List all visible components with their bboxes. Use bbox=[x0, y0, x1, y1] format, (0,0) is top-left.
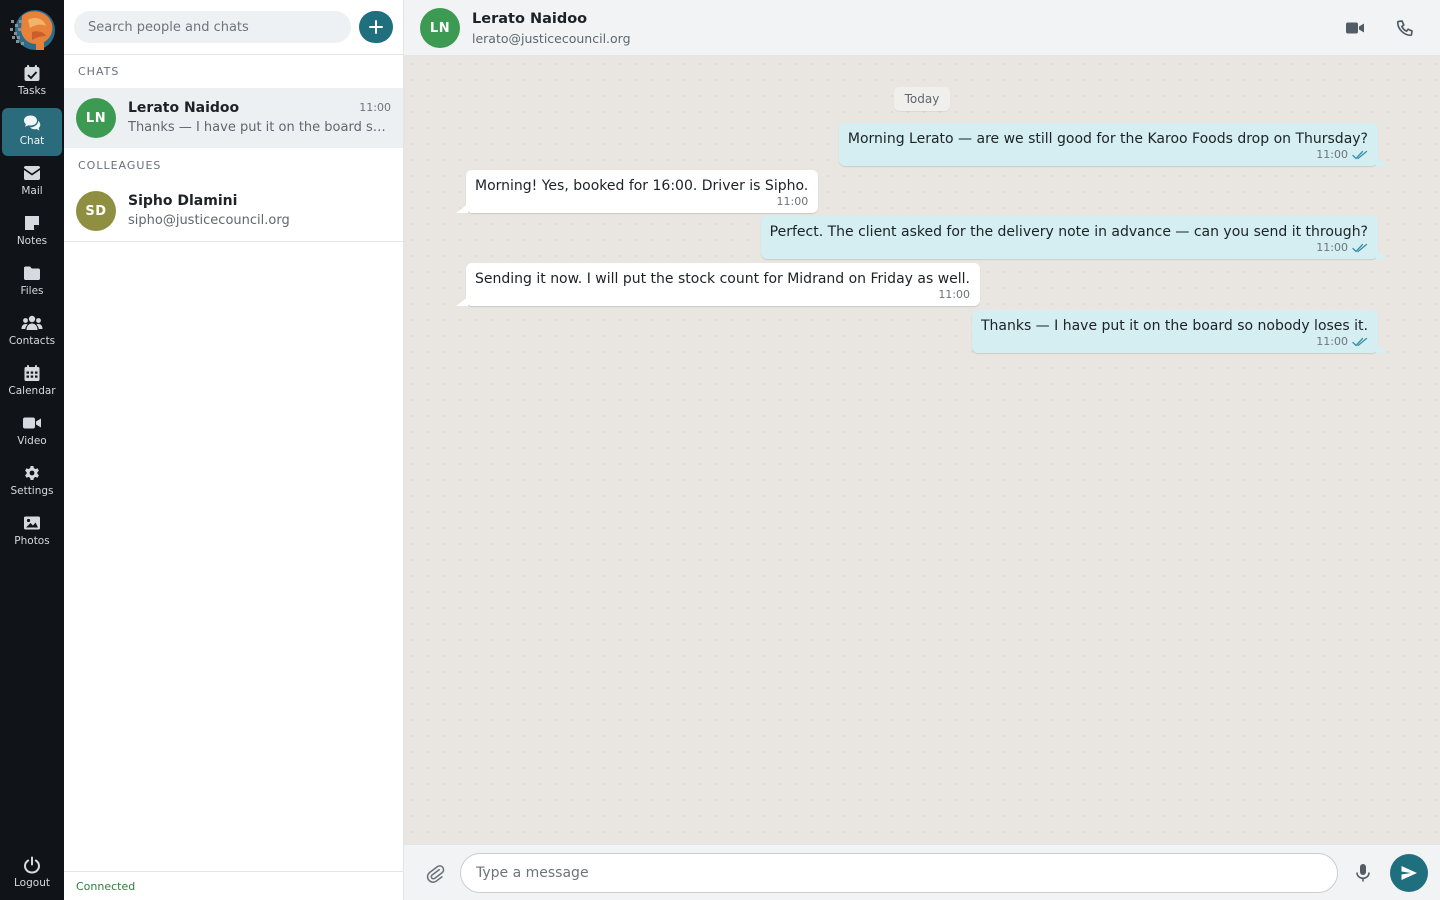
message-time: 11:00 bbox=[1316, 241, 1348, 254]
nav-label: Calendar bbox=[8, 385, 56, 397]
avatar: LN bbox=[76, 98, 116, 138]
message-meta: 11:00 bbox=[475, 195, 809, 208]
nav-notes[interactable]: Notes bbox=[2, 208, 62, 256]
paperclip-icon bbox=[426, 865, 445, 883]
message-text: Sending it now. I will put the stock cou… bbox=[475, 271, 971, 287]
attach-button[interactable] bbox=[422, 861, 448, 887]
send-button[interactable] bbox=[1390, 854, 1428, 892]
nav-settings[interactable]: Settings bbox=[2, 458, 62, 506]
nav-label: Chat bbox=[19, 135, 45, 147]
message-bubble-incoming: Sending it now. I will put the stock cou… bbox=[455, 263, 981, 306]
microphone-icon bbox=[1356, 864, 1370, 882]
app-logo bbox=[10, 10, 55, 50]
nav-label: Notes bbox=[16, 235, 48, 247]
chat-list-panel: CHATS LN Lerato Naidoo 11:00 Thanks — I … bbox=[64, 0, 404, 900]
logout-button[interactable]: Logout bbox=[2, 850, 62, 898]
message-bubble-outgoing: Perfect. The client asked for the delive… bbox=[760, 216, 1389, 259]
message-time: 11:00 bbox=[776, 195, 809, 208]
message-input[interactable] bbox=[460, 853, 1338, 893]
section-heading-colleagues: COLLEAGUES bbox=[78, 159, 162, 172]
video-icon bbox=[23, 417, 41, 429]
message-meta: 11:00 bbox=[981, 335, 1368, 348]
voice-message-button[interactable] bbox=[1352, 862, 1374, 884]
image-icon bbox=[24, 516, 40, 530]
contacts-icon bbox=[21, 315, 43, 330]
chat-row-lerato-naidoo[interactable]: LN Lerato Naidoo 11:00 Thanks — I have p… bbox=[64, 88, 403, 148]
nav-video[interactable]: Video bbox=[2, 408, 62, 456]
colleague-row-sipho-dlamini[interactable]: SD Sipho Dlamini sipho@justicecouncil.or… bbox=[64, 181, 403, 241]
conversation-pane: LN Lerato Naidoo lerato@justicecouncil.o… bbox=[404, 0, 1440, 900]
nav-label: Photos bbox=[14, 535, 50, 547]
double-check-icon bbox=[1352, 337, 1368, 346]
phone-icon bbox=[1396, 20, 1413, 37]
conversation-header: LN Lerato Naidoo lerato@justicecouncil.o… bbox=[404, 0, 1440, 56]
gear-icon bbox=[25, 466, 39, 480]
nav-label: Tasks bbox=[17, 85, 47, 97]
double-check-icon bbox=[1352, 243, 1368, 252]
tasks-icon bbox=[24, 65, 40, 81]
send-icon bbox=[1401, 866, 1417, 880]
nav-contacts[interactable]: Contacts bbox=[2, 308, 62, 356]
message-meta: 11:00 bbox=[475, 288, 970, 301]
message-bubble-outgoing: Thanks — I have put it on the board so n… bbox=[971, 310, 1389, 353]
message-composer bbox=[404, 844, 1440, 900]
nav-rail: Tasks Chat Mail Notes Files Contacts Cal… bbox=[0, 0, 64, 900]
colleague-name: Sipho Dlamini bbox=[128, 193, 238, 209]
nav-chat[interactable]: Chat bbox=[2, 108, 62, 156]
divider bbox=[64, 241, 403, 242]
nav-label: Mail bbox=[21, 185, 43, 197]
notes-icon bbox=[25, 216, 39, 230]
divider bbox=[64, 54, 404, 55]
message-area: Today Morning Lerato — are we still good… bbox=[404, 56, 1440, 844]
nav-label: Settings bbox=[10, 485, 54, 497]
message-text: Morning! Yes, booked for 16:00. Driver i… bbox=[475, 178, 809, 194]
avatar: SD bbox=[76, 191, 116, 231]
message-time: 11:00 bbox=[1316, 148, 1348, 161]
message-text: Thanks — I have put it on the board so n… bbox=[980, 318, 1368, 334]
message-text: Perfect. The client asked for the delive… bbox=[769, 224, 1368, 240]
double-check-icon bbox=[1352, 150, 1368, 159]
nav-photos[interactable]: Photos bbox=[2, 508, 62, 556]
new-chat-button[interactable] bbox=[359, 11, 393, 43]
message-meta: 11:00 bbox=[848, 148, 1368, 161]
contact-name: Lerato Naidoo bbox=[472, 11, 588, 27]
video-camera-icon bbox=[1346, 22, 1364, 34]
mail-icon bbox=[24, 166, 40, 180]
plus-icon bbox=[369, 20, 383, 34]
power-icon bbox=[23, 856, 41, 874]
chat-time: 11:00 bbox=[359, 101, 391, 114]
day-separator: Today bbox=[894, 87, 950, 111]
connection-status: Connected bbox=[64, 871, 403, 900]
search-input[interactable] bbox=[74, 11, 351, 43]
video-call-button[interactable] bbox=[1343, 16, 1367, 40]
colleague-email: sipho@justicecouncil.org bbox=[128, 213, 290, 228]
calendar-icon bbox=[24, 365, 40, 381]
voice-call-button[interactable] bbox=[1393, 16, 1417, 40]
avatar: LN bbox=[420, 8, 460, 48]
message-bubble-incoming: Morning! Yes, booked for 16:00. Driver i… bbox=[455, 170, 819, 213]
section-heading-chats: CHATS bbox=[78, 65, 120, 78]
nav-label: Logout bbox=[14, 877, 50, 889]
chat-icon bbox=[24, 115, 41, 131]
nav-files[interactable]: Files bbox=[2, 258, 62, 306]
chat-preview: Thanks — I have put it on the board so n… bbox=[128, 120, 390, 135]
nav-label: Files bbox=[20, 285, 44, 297]
message-bubble-outgoing: Morning Lerato — are we still good for t… bbox=[838, 123, 1389, 166]
nav-tasks[interactable]: Tasks bbox=[2, 58, 62, 106]
nav-label: Contacts bbox=[8, 335, 56, 347]
message-time: 11:00 bbox=[938, 288, 971, 301]
chat-name: Lerato Naidoo bbox=[128, 100, 240, 116]
nav-mail[interactable]: Mail bbox=[2, 158, 62, 206]
nav-label: Video bbox=[17, 435, 47, 447]
message-text: Morning Lerato — are we still good for t… bbox=[847, 131, 1368, 147]
contact-email: lerato@justicecouncil.org bbox=[472, 31, 631, 46]
message-meta: 11:00 bbox=[770, 241, 1368, 254]
nav-calendar[interactable]: Calendar bbox=[2, 358, 62, 406]
message-time: 11:00 bbox=[1316, 335, 1348, 348]
folder-icon bbox=[24, 266, 40, 280]
